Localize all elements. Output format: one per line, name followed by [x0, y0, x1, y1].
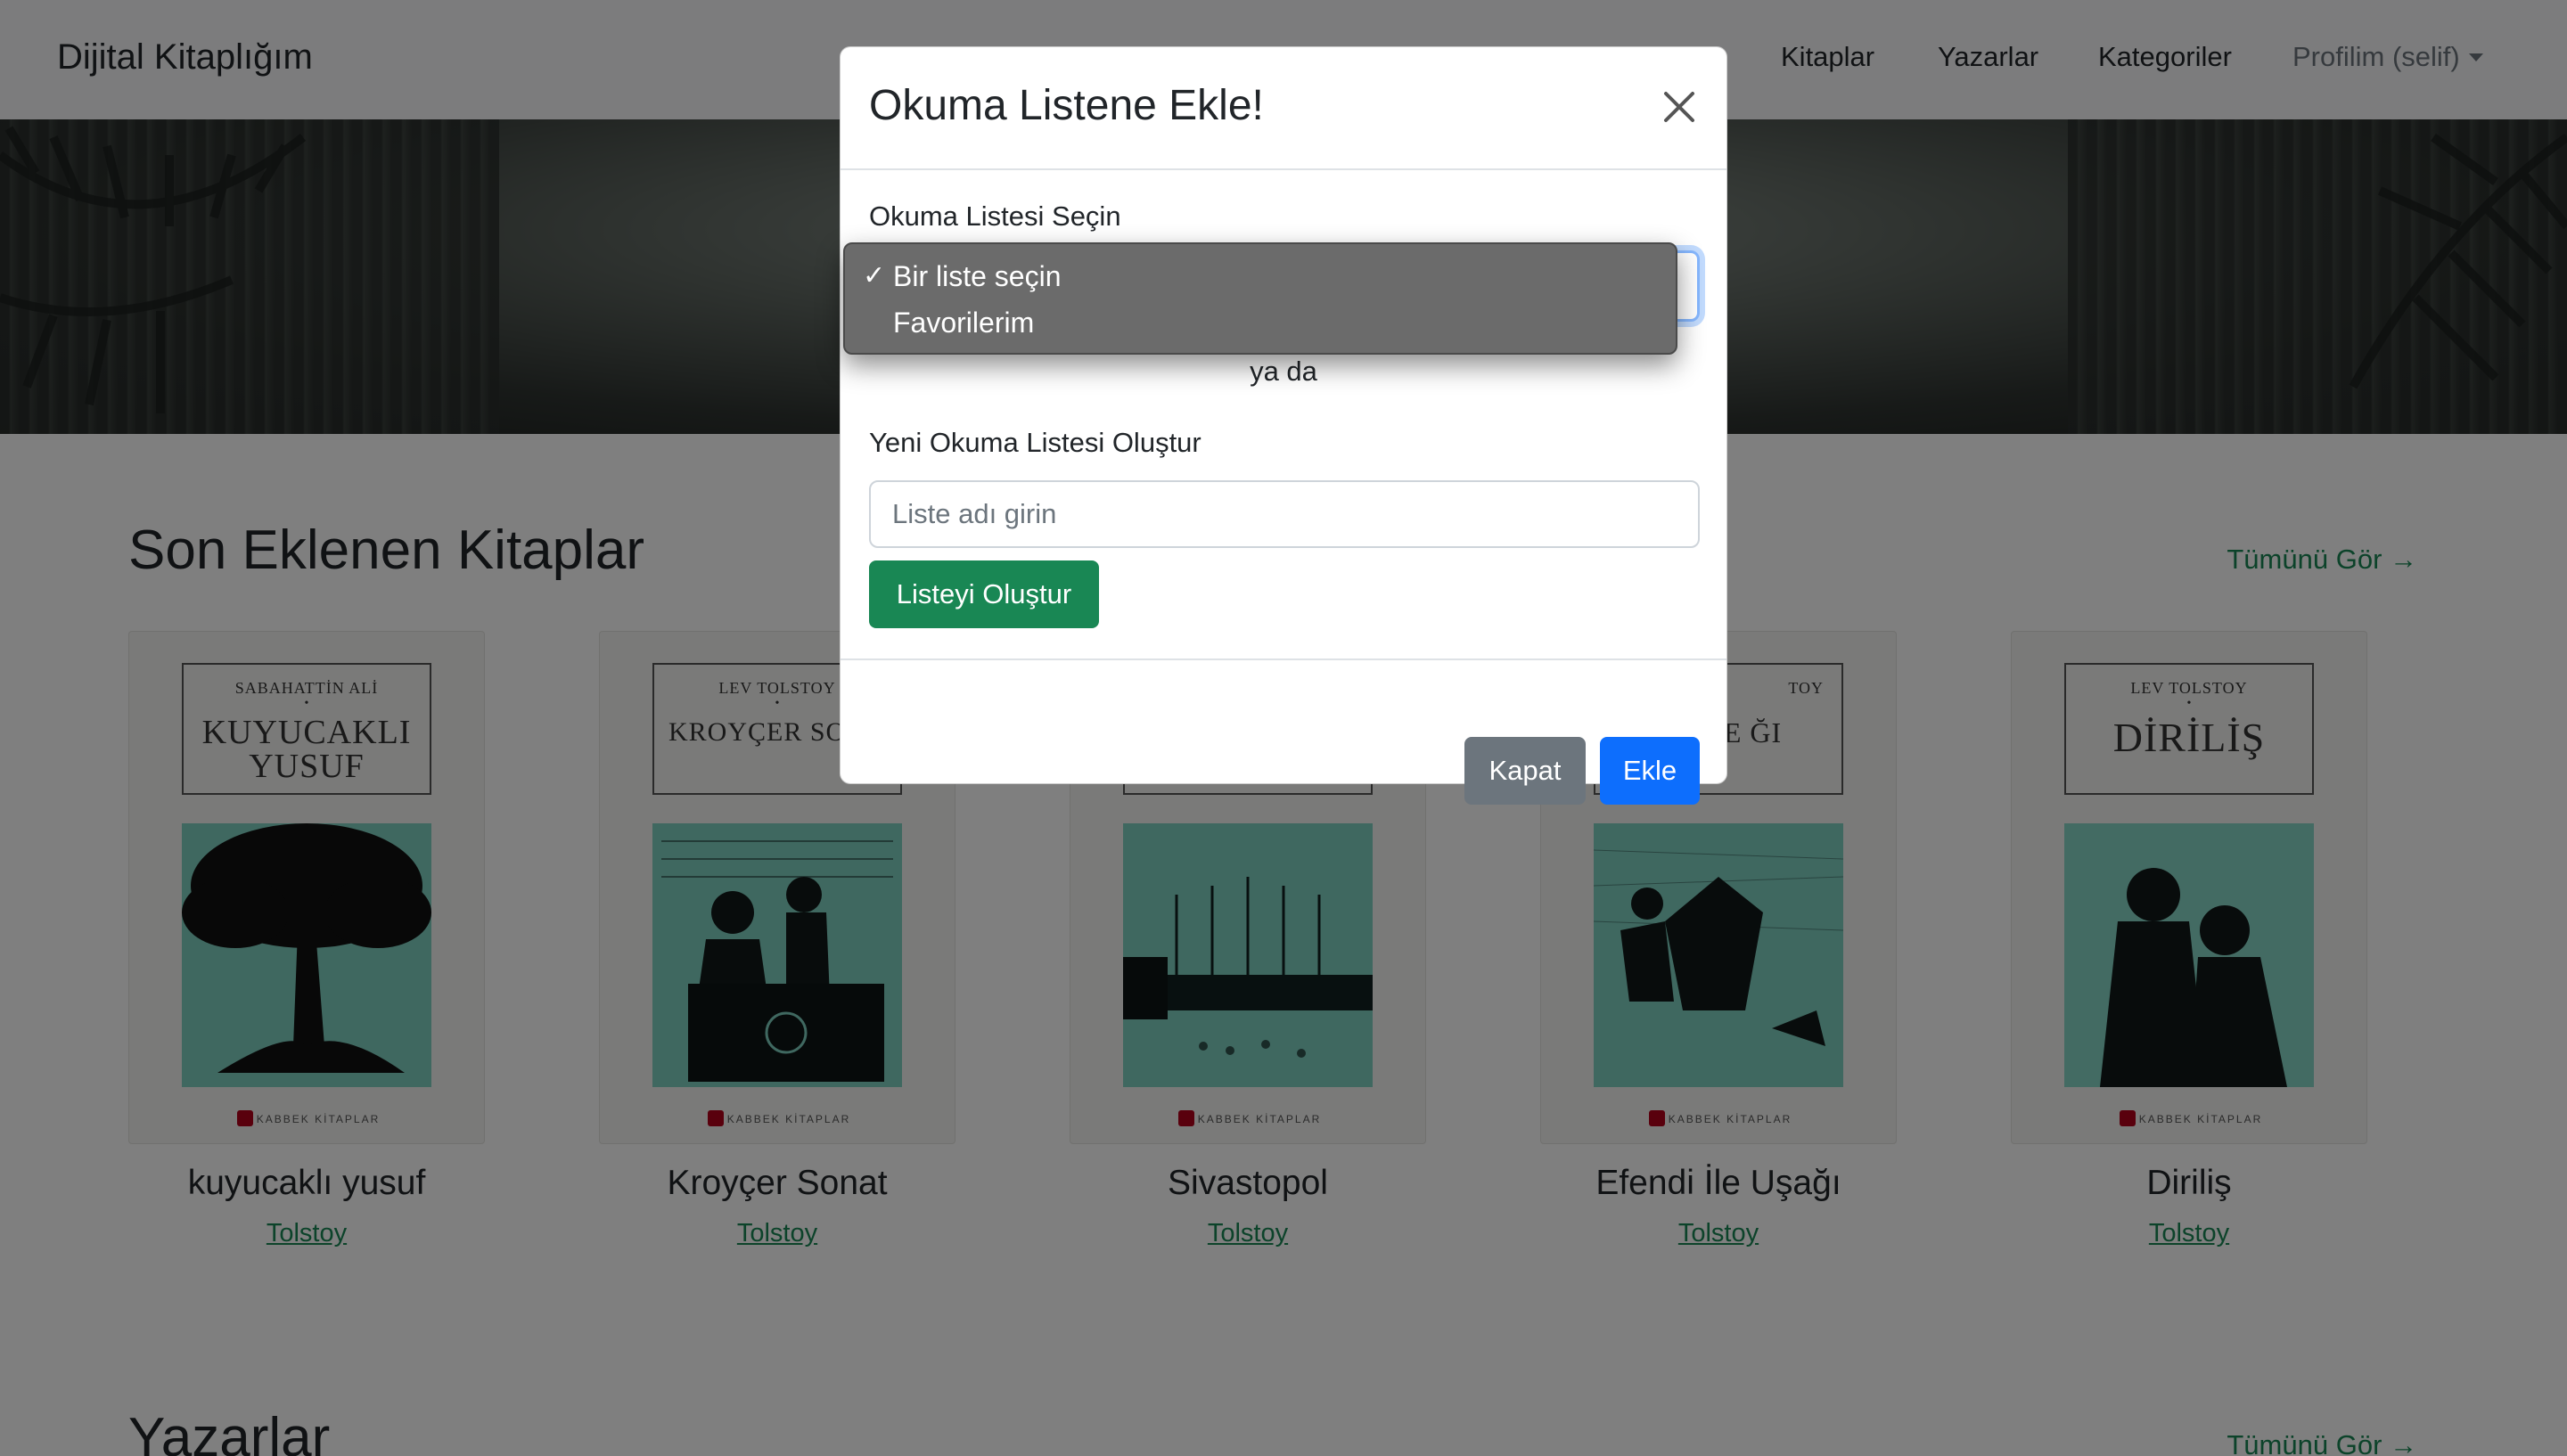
- add-button[interactable]: Ekle: [1600, 737, 1700, 805]
- dropdown-option-favorilerim[interactable]: Favorilerim: [845, 299, 1676, 346]
- create-list-button[interactable]: Listeyi Oluştur: [869, 560, 1099, 628]
- reading-list-dropdown-menu: ✓ Bir liste seçin Favorilerim: [843, 242, 1677, 355]
- modal-footer: Kapat Ekle: [841, 658, 1726, 805]
- dropdown-option-selected[interactable]: ✓ Bir liste seçin: [845, 253, 1676, 299]
- or-divider-text: ya da: [1250, 356, 1317, 387]
- select-list-label: Okuma Listesi Seçin: [869, 200, 1121, 232]
- new-list-label: Yeni Okuma Listesi Oluştur: [869, 427, 1201, 458]
- option-label: Favorilerim: [893, 307, 1035, 339]
- page: Dijital Kitaplığım Kitaplar Yazarlar Kat…: [0, 0, 2567, 1456]
- option-label: Bir liste seçin: [893, 260, 1062, 292]
- new-list-name-input[interactable]: [869, 480, 1700, 548]
- close-button[interactable]: Kapat: [1464, 737, 1586, 805]
- modal-header: Okuma Listene Ekle!: [841, 47, 1726, 170]
- close-icon[interactable]: [1659, 86, 1700, 127]
- add-to-reading-list-modal: Okuma Listene Ekle! Okuma Listesi Seçin …: [840, 46, 1727, 805]
- checkmark-icon: ✓: [863, 261, 886, 290]
- modal-title: Okuma Listene Ekle!: [869, 82, 1264, 129]
- close-x-icon: [1664, 92, 1694, 122]
